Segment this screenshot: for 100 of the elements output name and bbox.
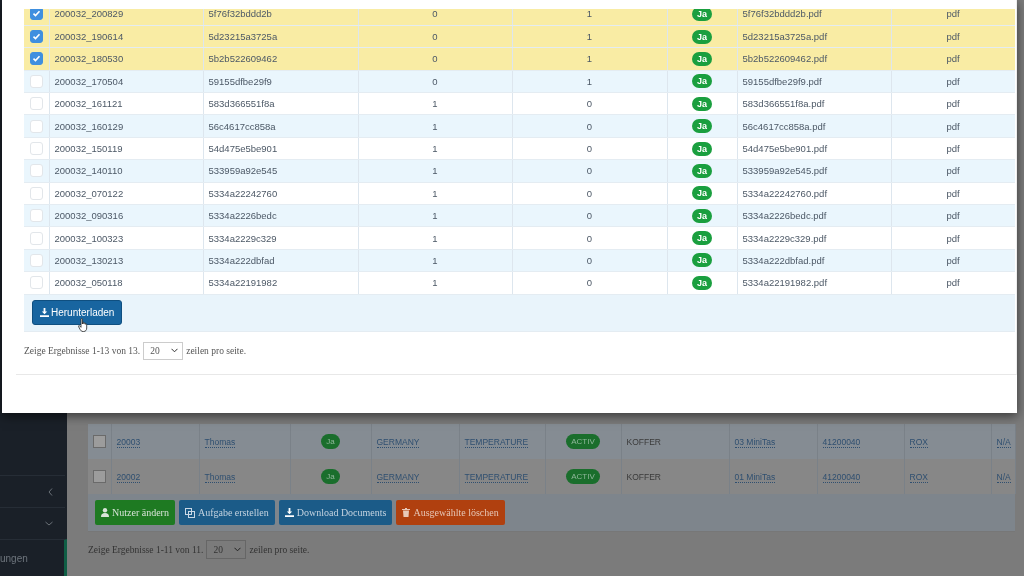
table-link[interactable]: GERMANY — [376, 436, 420, 448]
checkbox[interactable] — [92, 435, 106, 448]
table-cell: 5d23215a3725a — [208, 31, 278, 43]
download-icon — [284, 508, 294, 517]
checkbox[interactable] — [29, 9, 43, 21]
delete-button[interactable]: Ausgewählte löschen — [396, 500, 505, 525]
status-badge: Ja — [692, 51, 712, 66]
pagination-suffix: zeilen pro seite. — [249, 544, 310, 555]
table-cell: 1 — [586, 31, 593, 43]
table-link[interactable]: ROX — [909, 471, 928, 483]
table-link[interactable]: Thomas — [204, 471, 236, 483]
file-name: 5334a222dbfad.pdf — [742, 255, 825, 266]
status-badge: ACTIV — [566, 434, 600, 449]
chevron-down-icon[interactable] — [45, 521, 53, 526]
file-name: 5334a22242760.pdf — [742, 187, 828, 199]
table-cell: 0 — [432, 9, 438, 20]
table-cell: 0 — [586, 277, 593, 289]
table-cell: 1 — [586, 75, 593, 87]
table-cell: KOFFER — [626, 436, 661, 447]
table-link[interactable]: 20002 — [116, 471, 141, 483]
status-badge: ACTIV — [566, 469, 600, 484]
status-badge: Ja — [692, 74, 712, 89]
pagination-suffix: zeilen pro seite. — [186, 345, 247, 356]
file-type: pdf — [946, 75, 960, 87]
table-cell: 1 — [432, 232, 438, 244]
table-cell: 200032_090316 — [54, 210, 124, 222]
download-button[interactable]: Download Documents — [278, 500, 393, 525]
status-badge: Ja — [692, 9, 712, 21]
table-cell: 200032_130213 — [54, 255, 124, 266]
table-link[interactable]: ROX — [909, 436, 928, 448]
file-type: pdf — [946, 210, 960, 222]
checkbox[interactable] — [29, 30, 43, 44]
status-badge: Ja — [692, 119, 712, 134]
user-icon — [101, 508, 109, 517]
table-cell: 0 — [586, 187, 593, 199]
pagination-summary: Zeige Ergebnisse 1-11 von 11. — [88, 544, 204, 555]
table-cell: 200032_200829 — [54, 9, 124, 20]
table-cell: 200032_160129 — [54, 120, 124, 132]
table-link[interactable]: N/A — [996, 436, 1011, 448]
file-type: pdf — [946, 120, 960, 132]
table-cell: 0 — [586, 232, 593, 244]
status-badge: Ja — [692, 141, 712, 156]
chevron-down-icon — [171, 348, 179, 354]
sidebar-item[interactable]: ungen — [0, 552, 28, 564]
table-cell: 5334a22242760 — [208, 187, 278, 199]
file-type: pdf — [946, 98, 960, 110]
table-link[interactable]: GERMANY — [376, 471, 420, 483]
table-link[interactable]: TEMPERATURE — [464, 471, 529, 483]
pagination-summary: Zeige Ergebnisse 1-13 von 13. — [24, 345, 141, 356]
download-button[interactable]: Herunterladen — [32, 300, 123, 326]
status-badge: Ja — [692, 96, 712, 111]
table-cell: 1 — [432, 143, 438, 155]
table-cell: 200032_050118 — [54, 277, 123, 289]
table-link[interactable]: 41200040 — [822, 436, 861, 448]
table-cell: 59155dfbe29f9 — [208, 75, 272, 87]
checkbox[interactable] — [92, 470, 106, 483]
table-link[interactable]: 01 MiniTas — [734, 471, 776, 483]
table-link[interactable]: 03 MiniTas — [734, 436, 776, 448]
table-cell: 200032_170504 — [54, 75, 124, 87]
table-cell: 200032_150119 — [54, 143, 123, 155]
table-cell: 0 — [586, 165, 593, 177]
check-icon — [31, 32, 41, 42]
table-cell: 1 — [432, 210, 438, 222]
table-link[interactable]: TEMPERATURE — [464, 436, 529, 448]
table-link[interactable]: Thomas — [204, 436, 236, 448]
table-cell: 1 — [586, 53, 593, 65]
status-badge: Ja — [321, 434, 340, 449]
table-cell: 0 — [586, 210, 593, 222]
edit-user-button[interactable]: Nutzer ändern — [95, 500, 175, 525]
file-type: pdf — [946, 277, 960, 289]
chevron-left-icon[interactable] — [48, 487, 53, 496]
table-link[interactable]: 41200040 — [822, 471, 861, 483]
table-cell: 1 — [586, 9, 593, 20]
table-cell: 200032_190614 — [54, 31, 124, 43]
file-name: 54d475e5be901.pdf — [742, 143, 828, 155]
page-size-select[interactable]: 20 — [206, 540, 247, 559]
file-type: pdf — [946, 31, 960, 43]
table-cell: 0 — [432, 75, 438, 87]
table-cell: 200032_070122 — [54, 187, 124, 199]
table-cell: 200032_100323 — [54, 232, 124, 244]
file-name: 5b2b522609462.pdf — [742, 53, 828, 65]
checkbox[interactable] — [29, 52, 43, 66]
file-name: 583d366551f8a.pdf — [742, 98, 825, 110]
page-size-select[interactable]: 20 — [143, 341, 184, 360]
status-badge: Ja — [692, 29, 712, 44]
create-task-button[interactable]: Aufgabe erstellen — [178, 500, 275, 525]
table-cell: 1 — [432, 255, 438, 266]
table-link[interactable]: N/A — [996, 471, 1011, 483]
table-cell: 200032_180530 — [54, 53, 124, 65]
file-name: 5334a2226bedc.pdf — [742, 210, 827, 222]
file-type: pdf — [946, 165, 960, 177]
status-badge: Ja — [692, 208, 712, 223]
table-link[interactable]: 20003 — [116, 436, 141, 448]
table-cell: 0 — [432, 53, 438, 65]
table-cell: 0 — [586, 120, 593, 132]
file-name: 5d23215a3725a.pdf — [742, 31, 828, 43]
table-cell: 0 — [586, 255, 593, 266]
table-cell: 1 — [432, 120, 438, 132]
table-cell: 5334a222dbfad — [208, 255, 275, 266]
status-badge: Ja — [692, 275, 712, 290]
